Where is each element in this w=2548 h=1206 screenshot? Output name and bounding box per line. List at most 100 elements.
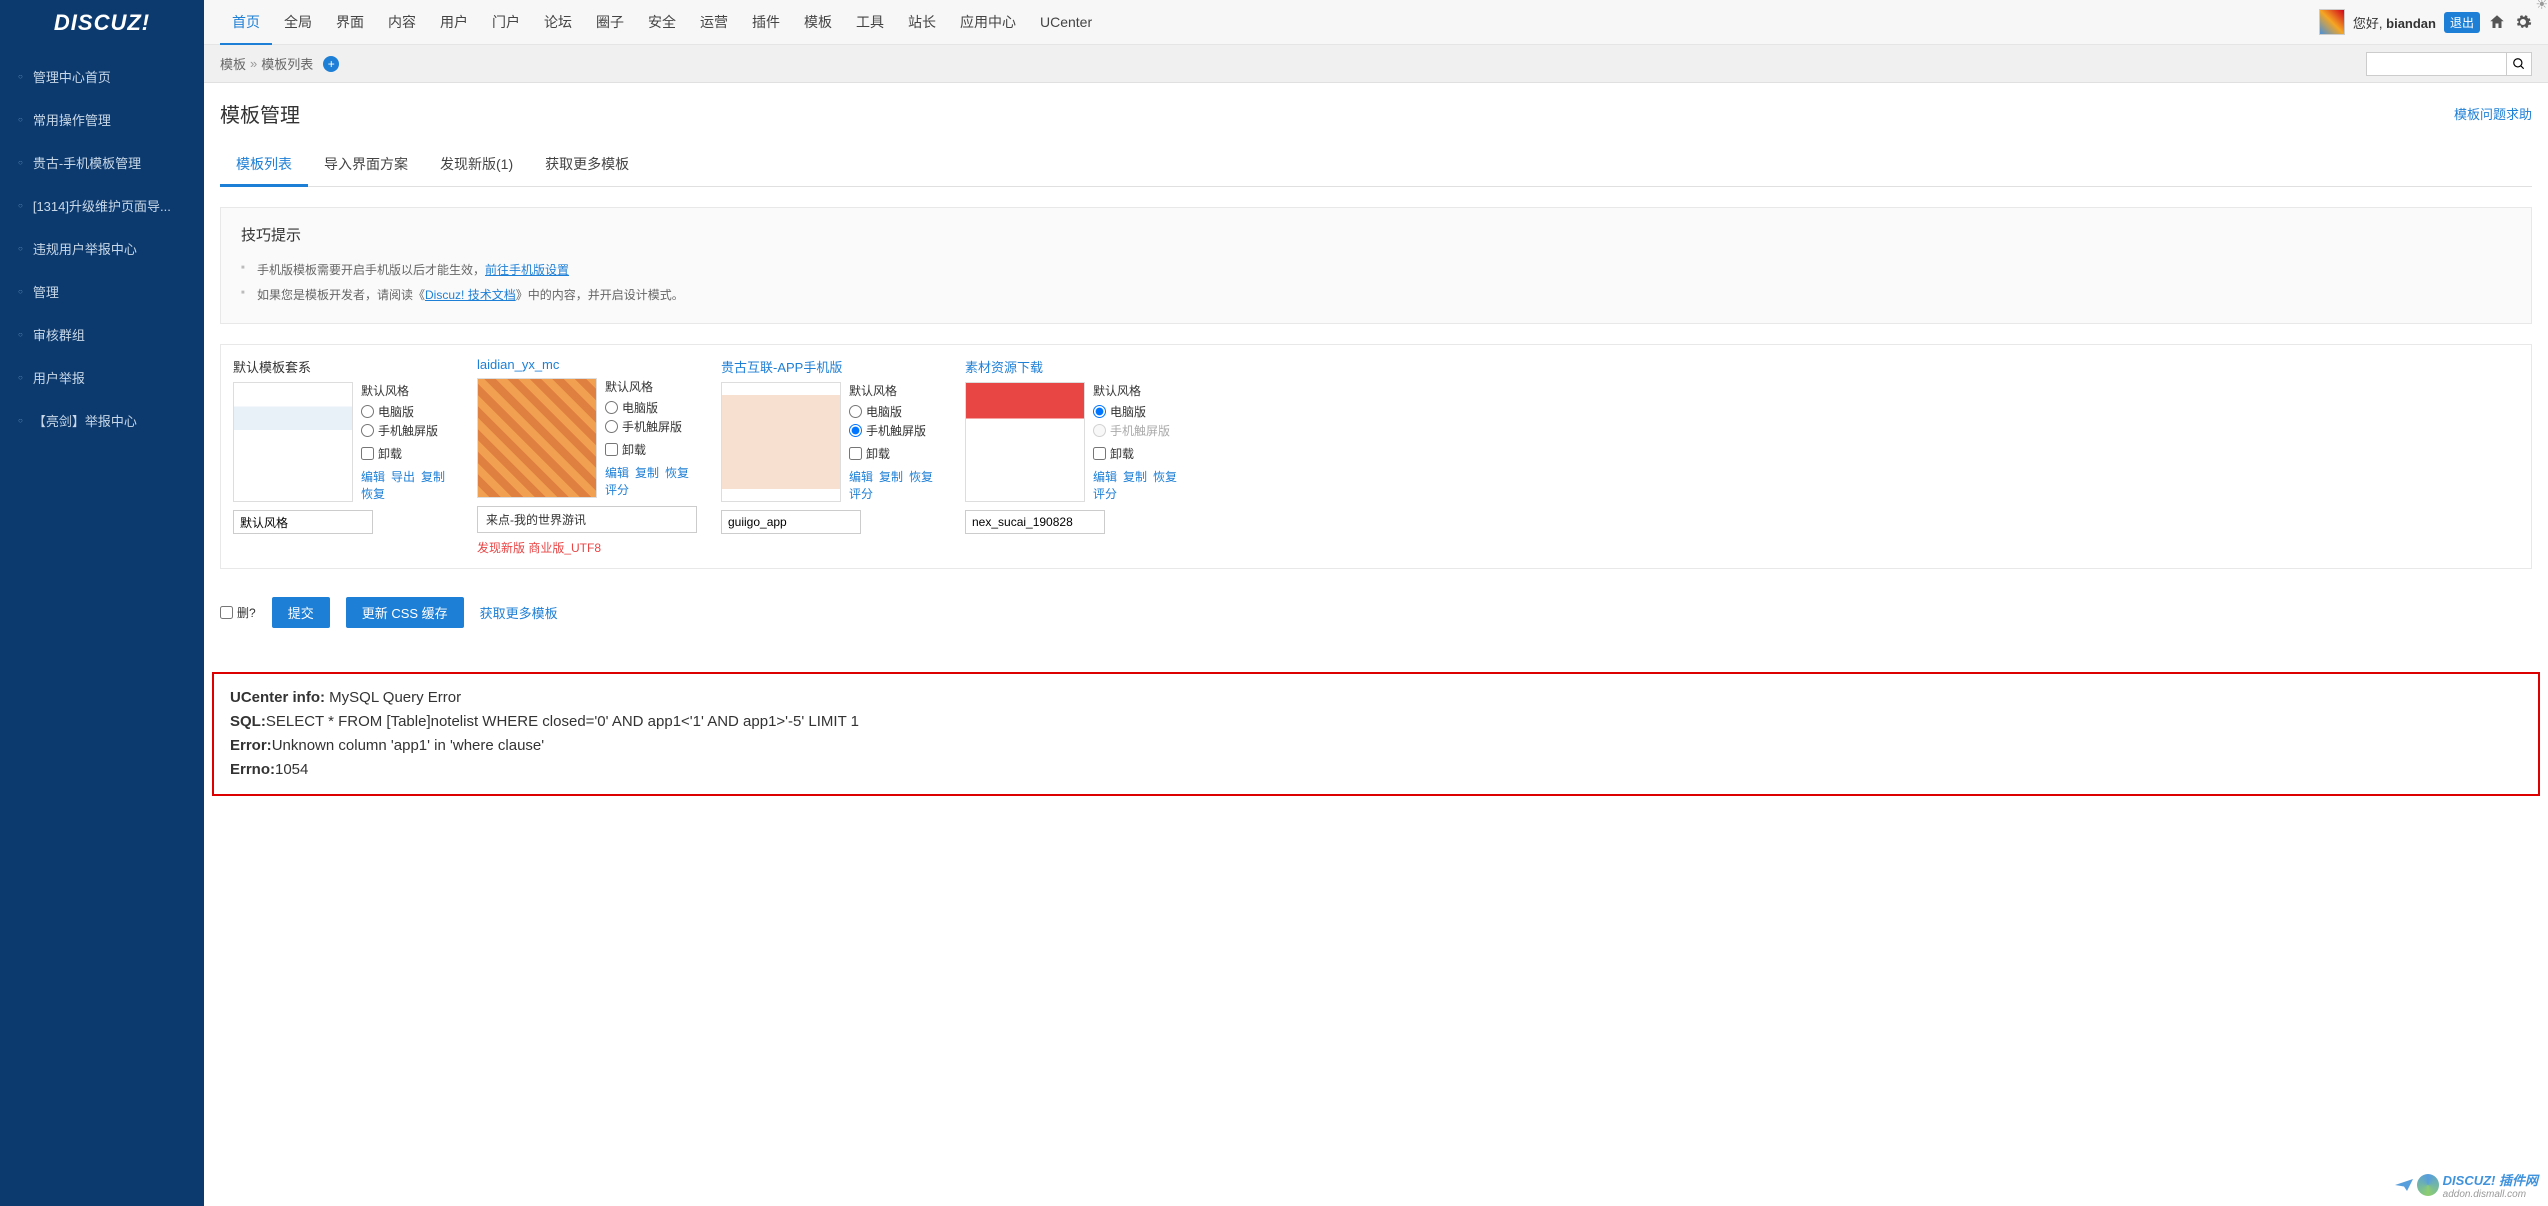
checkbox-input[interactable] <box>1093 447 1106 460</box>
template-options: 默认风格电脑版手机触屏版卸载编辑导出复制恢复 <box>361 382 453 502</box>
delete-all-checkbox[interactable]: 删? <box>220 604 256 621</box>
topnav-item[interactable]: 运营 <box>688 0 740 45</box>
radio-input[interactable] <box>849 405 862 418</box>
template-name-input[interactable] <box>721 510 861 534</box>
sidebar-item[interactable]: 管理中心首页 <box>0 55 204 98</box>
tips-link[interactable]: 前往手机版设置 <box>485 263 569 277</box>
sidebar-item[interactable]: 常用操作管理 <box>0 98 204 141</box>
topnav-right: 您好, biandan 退出 <box>2319 9 2532 35</box>
sidebar-item[interactable]: 审核群组 <box>0 313 204 356</box>
breadcrumb-part[interactable]: 模板 <box>220 54 246 73</box>
template-name-input[interactable] <box>233 510 373 534</box>
topnav-item[interactable]: 门户 <box>480 0 532 45</box>
more-templates-link[interactable]: 获取更多模板 <box>480 603 558 622</box>
uninstall-checkbox[interactable]: 卸载 <box>849 445 941 462</box>
radio-input[interactable] <box>605 401 618 414</box>
radio-pc[interactable]: 电脑版 <box>1093 403 1185 420</box>
topnav-item[interactable]: 论坛 <box>532 0 584 45</box>
radio-input[interactable] <box>605 420 618 433</box>
action-edit[interactable]: 编辑 <box>849 470 873 484</box>
breadcrumb-part[interactable]: 模板列表 <box>261 54 313 73</box>
topnav-item[interactable]: 工具 <box>844 0 896 45</box>
action-restore[interactable]: 恢复 <box>665 466 689 480</box>
action-restore[interactable]: 恢复 <box>1153 470 1177 484</box>
tips-list: 手机版模板需要开启手机版以后才能生效，前往手机版设置 如果您是模板开发者，请阅读… <box>241 257 2511 307</box>
template-thumbnail[interactable] <box>721 382 841 502</box>
radio-pc[interactable]: 电脑版 <box>849 403 941 420</box>
template-name-input[interactable] <box>965 510 1105 534</box>
topnav-item[interactable]: 站长 <box>896 0 948 45</box>
checkbox-input[interactable] <box>605 443 618 456</box>
topnav-item[interactable]: 安全 <box>636 0 688 45</box>
topnav-item[interactable]: 界面 <box>324 0 376 45</box>
template-title[interactable]: 素材资源下载 <box>965 357 1185 376</box>
radio-input[interactable] <box>849 424 862 437</box>
submit-button[interactable]: 提交 <box>272 597 330 628</box>
sidebar-item[interactable]: 用户举报 <box>0 356 204 399</box>
template-title[interactable]: 贵古互联-APP手机版 <box>721 357 941 376</box>
avatar[interactable] <box>2319 9 2345 35</box>
sidebar-item[interactable]: 管理 <box>0 270 204 313</box>
uninstall-checkbox[interactable]: 卸载 <box>1093 445 1185 462</box>
logout-button[interactable]: 退出 <box>2444 12 2480 33</box>
radio-pc[interactable]: 电脑版 <box>605 399 697 416</box>
action-copy[interactable]: 复制 <box>635 466 659 480</box>
topnav-item[interactable]: UCenter <box>1028 0 1104 45</box>
topnav-item[interactable]: 内容 <box>376 0 428 45</box>
action-export[interactable]: 导出 <box>391 470 415 484</box>
action-rate[interactable]: 评分 <box>1093 487 1117 501</box>
template-thumbnail[interactable] <box>965 382 1085 502</box>
update-css-button[interactable]: 更新 CSS 缓存 <box>346 597 464 628</box>
delete-label: 删? <box>237 604 256 621</box>
radio-pc[interactable]: 电脑版 <box>361 403 453 420</box>
tab[interactable]: 获取更多模板 <box>529 144 645 186</box>
topnav-item[interactable]: 首页 <box>220 0 272 45</box>
action-copy[interactable]: 复制 <box>879 470 903 484</box>
template-thumbnail[interactable] <box>477 378 597 498</box>
action-edit[interactable]: 编辑 <box>605 466 629 480</box>
action-rate[interactable]: 评分 <box>605 483 629 497</box>
topnav-item[interactable]: 全局 <box>272 0 324 45</box>
action-edit[interactable]: 编辑 <box>1093 470 1117 484</box>
template-title[interactable]: laidian_yx_mc <box>477 357 697 372</box>
add-icon[interactable]: + <box>323 56 339 72</box>
tab[interactable]: 发现新版(1) <box>424 144 529 186</box>
checkbox-input[interactable] <box>361 447 374 460</box>
gear-icon[interactable] <box>2514 13 2532 31</box>
sidebar-item[interactable]: 贵古-手机模板管理 <box>0 141 204 184</box>
radio-input[interactable] <box>1093 405 1106 418</box>
search-button[interactable] <box>2506 52 2532 76</box>
radio-input[interactable] <box>361 424 374 437</box>
sidebar-item[interactable]: 违规用户举报中心 <box>0 227 204 270</box>
sidebar-item[interactable]: [1314]升级维护页面导... <box>0 184 204 227</box>
action-copy[interactable]: 复制 <box>1123 470 1147 484</box>
radio-mobile[interactable]: 手机触屏版 <box>849 422 941 439</box>
radio-mobile[interactable]: 手机触屏版 <box>605 418 697 435</box>
template-thumbnail[interactable] <box>233 382 353 502</box>
theme-icon[interactable]: ☀ <box>2535 0 2548 13</box>
delete-checkbox-input[interactable] <box>220 606 233 619</box>
tab[interactable]: 导入界面方案 <box>308 144 424 186</box>
action-restore[interactable]: 恢复 <box>909 470 933 484</box>
tips-link[interactable]: Discuz! 技术文档 <box>425 288 516 302</box>
help-link[interactable]: 模板问题求助 <box>2454 104 2532 123</box>
action-restore[interactable]: 恢复 <box>361 487 385 501</box>
home-icon[interactable] <box>2488 13 2506 31</box>
topnav-item[interactable]: 插件 <box>740 0 792 45</box>
radio-input[interactable] <box>1093 424 1106 437</box>
topnav-item[interactable]: 模板 <box>792 0 844 45</box>
topnav-item[interactable]: 应用中心 <box>948 0 1028 45</box>
checkbox-input[interactable] <box>849 447 862 460</box>
uninstall-checkbox[interactable]: 卸载 <box>605 441 697 458</box>
topnav-item[interactable]: 圈子 <box>584 0 636 45</box>
radio-input[interactable] <box>361 405 374 418</box>
uninstall-checkbox[interactable]: 卸载 <box>361 445 453 462</box>
search-input[interactable] <box>2366 52 2506 76</box>
tab[interactable]: 模板列表 <box>220 144 308 187</box>
topnav-item[interactable]: 用户 <box>428 0 480 45</box>
radio-mobile[interactable]: 手机触屏版 <box>361 422 453 439</box>
action-edit[interactable]: 编辑 <box>361 470 385 484</box>
action-copy[interactable]: 复制 <box>421 470 445 484</box>
sidebar-item[interactable]: 【亮剑】举报中心 <box>0 399 204 442</box>
action-rate[interactable]: 评分 <box>849 487 873 501</box>
